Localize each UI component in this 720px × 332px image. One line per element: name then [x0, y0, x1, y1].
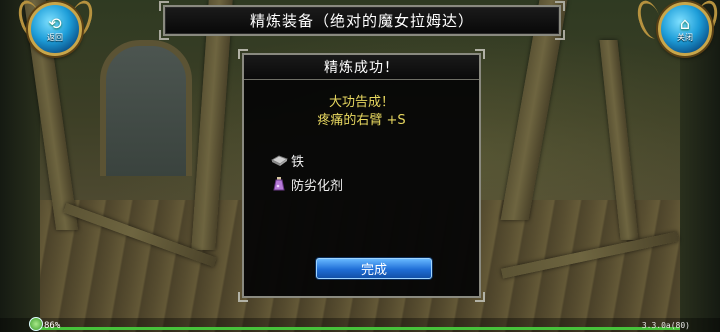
material-label: 铁 [291, 154, 305, 170]
iron-ingot-icon [270, 152, 289, 168]
frame-corner [238, 292, 248, 302]
frame-corner [555, 30, 565, 40]
refine-result-dialog: 精炼成功！ 大功告成！ 疼痛的右臂 +S 铁 防劣化剂 完成 [238, 49, 485, 302]
dialog-title: 精炼成功！ [324, 60, 399, 76]
close-button[interactable]: ⌂ 关闭 [658, 2, 712, 56]
home-icon: ⌂ [679, 13, 691, 33]
wooden-door [100, 40, 192, 176]
back-arrow-icon: ⟲ [48, 13, 62, 33]
version-label: 3.3.0a(80) [641, 321, 690, 330]
exp-bar [40, 327, 680, 330]
done-button[interactable]: 完成 [316, 258, 432, 279]
material-label: 防劣化剂 [291, 178, 344, 194]
list-item: 铁 [270, 148, 479, 172]
success-message: 大功告成！ [328, 95, 394, 110]
frame-corner [475, 49, 485, 59]
status-bar: 86% 3.3.0a(80) [0, 317, 720, 332]
page-title: 精炼装备（绝对的魔女拉姆达） [249, 12, 474, 30]
frame-corner [159, 1, 169, 11]
battery-level: 86% [44, 321, 61, 331]
frame-corner [159, 30, 169, 40]
back-button-label: 返回 [47, 32, 63, 42]
title-bar: 精炼装备（绝对的魔女拉姆达） [159, 1, 565, 40]
list-item: 防劣化剂 [270, 172, 479, 196]
close-button-label: 关闭 [677, 32, 693, 42]
frame-corner [238, 49, 248, 59]
dialog-header: 精炼成功！ [244, 55, 479, 80]
refined-item-name: 疼痛的右臂 +S [317, 113, 406, 128]
materials-list: 铁 防劣化剂 [270, 148, 479, 196]
potion-bottle-icon [270, 176, 288, 192]
frame-corner [475, 292, 485, 302]
back-button[interactable]: ⟲ 返回 [28, 2, 82, 56]
frame-corner [555, 1, 565, 11]
battery-icon [29, 317, 43, 331]
